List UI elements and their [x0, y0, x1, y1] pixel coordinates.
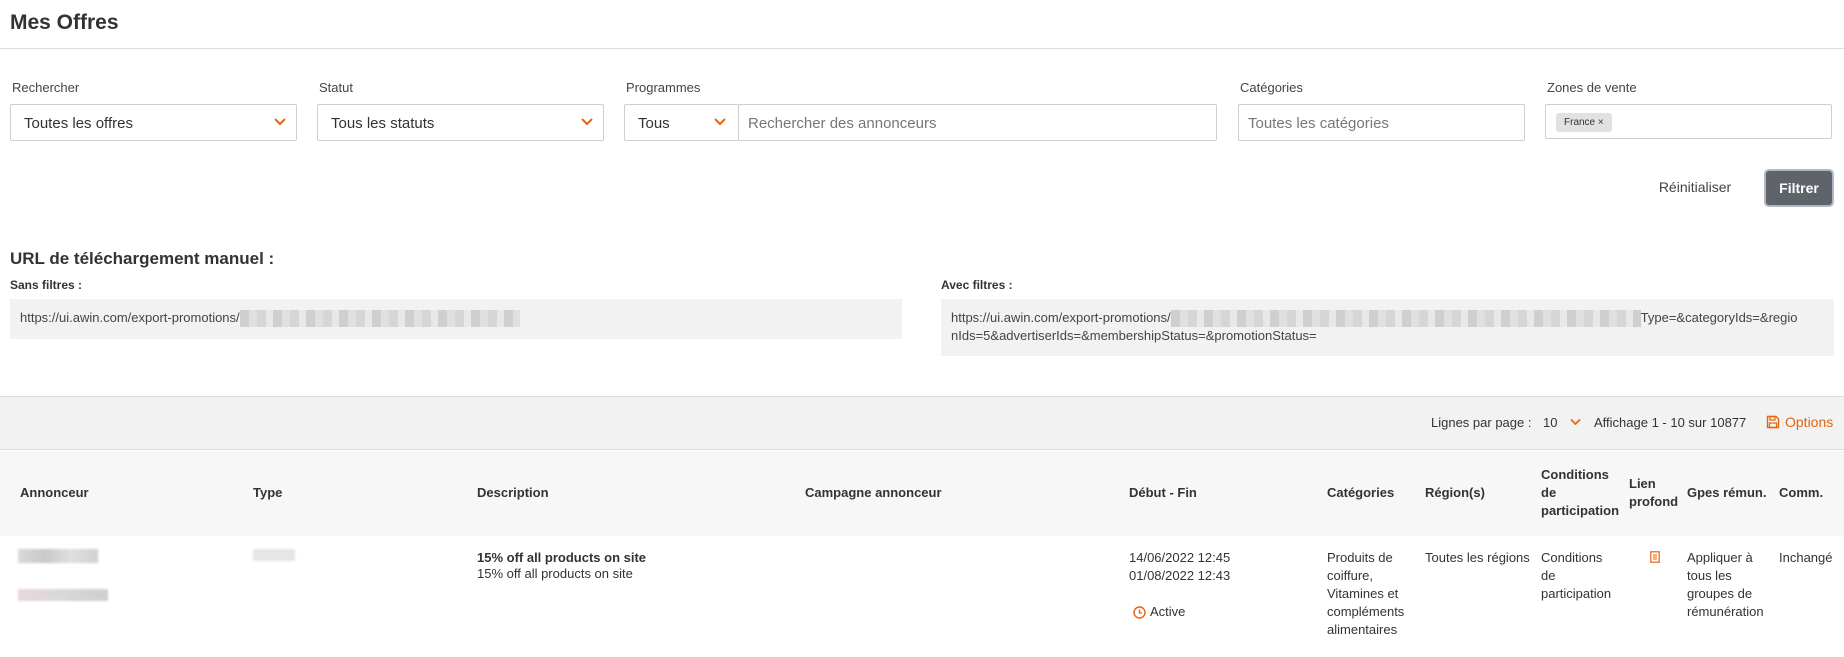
groups-line: tous les — [1687, 568, 1732, 583]
column-header-regions[interactable]: Région(s) — [1425, 484, 1485, 502]
groups-line: groupes de — [1687, 586, 1753, 601]
conditions-line: Conditions — [1541, 550, 1603, 565]
save-icon[interactable] — [1766, 415, 1780, 429]
categories-input[interactable]: Toutes les catégories — [1238, 104, 1525, 141]
advertiser-search-placeholder: Rechercher des annonceurs — [748, 115, 937, 132]
header-line: profond — [1629, 494, 1679, 509]
groups-line: rémunération — [1687, 604, 1764, 619]
column-header-comm[interactable]: Comm. — [1779, 484, 1823, 502]
chevron-down-icon — [274, 118, 286, 126]
header-line: Conditions — [1541, 467, 1609, 482]
rows-per-page-label: Lignes par page : — [1431, 415, 1532, 430]
programs-select-value: Tous — [638, 115, 670, 132]
column-header-categories[interactable]: Catégories — [1327, 484, 1394, 502]
start-date: 14/06/2022 12:45 — [1129, 550, 1231, 565]
description-subtitle: 15% off all products on site — [477, 566, 633, 581]
zones-input[interactable]: France × — [1545, 104, 1832, 139]
without-filters-url[interactable]: https://ui.awin.com/export-promotions/ — [10, 299, 902, 339]
deep-link-icon[interactable] — [1650, 551, 1660, 563]
status-filter-label: Statut — [319, 80, 353, 95]
column-header-description[interactable]: Description — [477, 484, 549, 502]
column-header-advertiser[interactable]: Annonceur — [20, 484, 89, 502]
programs-select[interactable]: Tous — [624, 104, 739, 141]
row-comm: Inchangé — [1779, 550, 1833, 565]
filter-button[interactable]: Filtrer — [1766, 171, 1832, 205]
redacted-token — [239, 310, 520, 328]
redacted-token — [1170, 310, 1641, 328]
without-filters-url-text: https://ui.awin.com/export-promotions/ — [20, 310, 240, 325]
category-line: compléments — [1327, 604, 1405, 619]
category-line: coiffure, — [1327, 568, 1374, 583]
category-line: alimentaires — [1327, 622, 1398, 637]
zones-filter-label: Zones de vente — [1547, 80, 1637, 95]
row-categories: Produits de coiffure, Vitamines et compl… — [1327, 549, 1404, 639]
category-line: Produits de — [1327, 550, 1393, 565]
column-header-dates[interactable]: Début - Fin — [1129, 484, 1197, 502]
page-title: Mes Offres — [10, 11, 119, 34]
table-toolbar: Lignes par page : 10 Affichage 1 - 10 su… — [0, 396, 1844, 450]
status-select[interactable]: Tous les statuts — [317, 104, 604, 141]
with-filters-url-prefix: https://ui.awin.com/export-promotions/ — [951, 310, 1171, 325]
pagination-info: Affichage 1 - 10 sur 10877 — [1594, 415, 1747, 430]
column-header-type[interactable]: Type — [253, 484, 282, 502]
category-line: Vitamines et — [1327, 586, 1399, 601]
with-filters-url-suffix-1: Type=&categoryIds=&regio — [1640, 310, 1798, 325]
column-header-deep-link[interactable]: Lien profond — [1629, 475, 1678, 511]
programs-filter-label: Programmes — [626, 80, 701, 95]
column-header-campaign[interactable]: Campagne annonceur — [805, 484, 942, 502]
conditions-line: de — [1541, 568, 1556, 583]
column-header-conditions[interactable]: Conditions de participation — [1541, 466, 1619, 520]
advertiser-logo-redacted — [18, 589, 108, 601]
header-line: de — [1541, 485, 1557, 500]
table-header: Annonceur Type Description Campagne anno… — [0, 451, 1844, 536]
groups-line: Appliquer à — [1687, 550, 1753, 565]
row-regions: Toutes les régions — [1425, 550, 1530, 565]
chevron-down-icon — [581, 118, 593, 126]
column-header-groups[interactable]: Gpes rémun. — [1687, 484, 1766, 502]
options-button[interactable]: Options — [1785, 414, 1833, 430]
zone-tag-france[interactable]: France × — [1556, 113, 1612, 132]
end-date: 01/08/2022 12:43 — [1129, 568, 1231, 583]
download-section-title: URL de téléchargement manuel : — [10, 249, 275, 268]
advertiser-search-input[interactable]: Rechercher des annonceurs — [738, 104, 1217, 141]
rows-per-page-select[interactable]: 10 — [1543, 415, 1557, 430]
search-select[interactable]: Toutes les offres — [10, 104, 297, 141]
categories-placeholder: Toutes les catégories — [1248, 115, 1389, 132]
reset-button[interactable]: Réinitialiser — [1645, 171, 1745, 204]
search-select-value: Toutes les offres — [24, 115, 133, 132]
header-line: Lien — [1629, 476, 1656, 491]
without-filters-label: Sans filtres : — [10, 278, 83, 292]
with-filters-label: Avec filtres : — [941, 278, 1013, 292]
type-redacted — [253, 549, 295, 561]
clock-icon — [1133, 606, 1146, 619]
search-filter-label: Rechercher — [12, 80, 80, 95]
with-filters-url-suffix-2: nIds=5&advertiserIds=&membershipStatus=&… — [951, 328, 1317, 344]
chevron-down-icon[interactable] — [1570, 418, 1581, 426]
categories-filter-label: Catégories — [1240, 80, 1303, 95]
header-line: participation — [1541, 503, 1620, 518]
page-header: Mes Offres — [0, 0, 1844, 49]
chevron-down-icon — [714, 118, 726, 126]
conditions-line: participation — [1541, 586, 1612, 601]
advertiser-name-redacted — [18, 549, 98, 563]
row-groups: Appliquer à tous les groupes de rémunéra… — [1687, 549, 1764, 621]
status-text: Active — [1150, 604, 1186, 619]
status-select-value: Tous les statuts — [331, 115, 435, 132]
with-filters-url[interactable]: https://ui.awin.com/export-promotions/Ty… — [941, 299, 1834, 356]
row-conditions-link[interactable]: Conditions de participation — [1541, 549, 1611, 603]
